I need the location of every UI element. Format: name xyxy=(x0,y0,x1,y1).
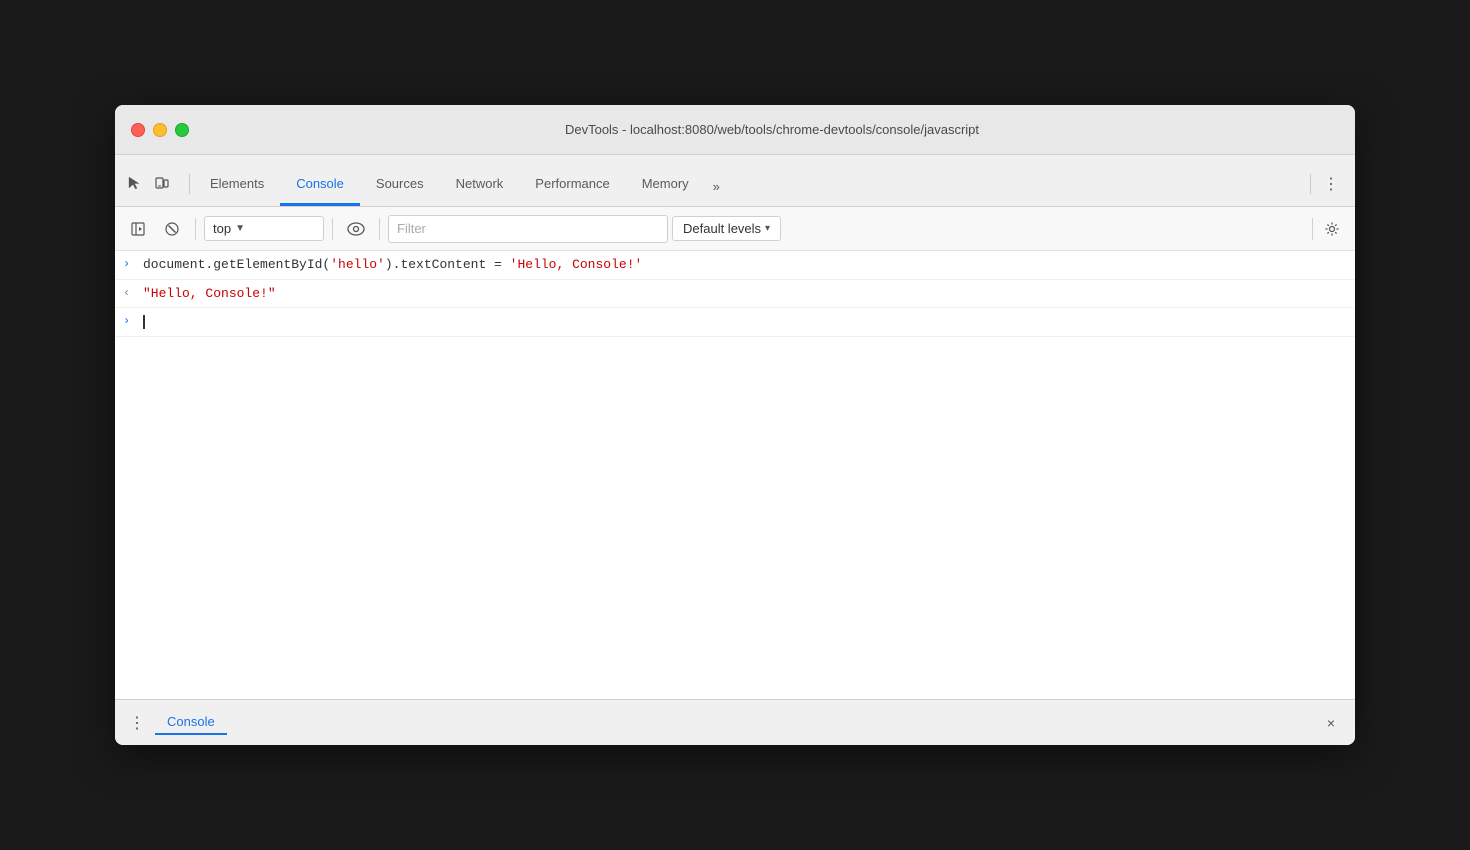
tab-elements[interactable]: Elements xyxy=(194,168,280,206)
drawer-close-button[interactable]: × xyxy=(1319,711,1343,735)
maximize-button[interactable] xyxy=(175,123,189,137)
devtools-menu-icon[interactable]: ⋮ xyxy=(1315,166,1347,206)
tab-divider-right xyxy=(1310,174,1311,194)
console-prompt-input[interactable] xyxy=(143,312,1347,332)
tab-performance[interactable]: Performance xyxy=(519,168,625,206)
cursor-blink xyxy=(143,315,145,329)
traffic-lights xyxy=(131,123,189,137)
filter-input[interactable] xyxy=(388,215,668,243)
live-expression-button[interactable] xyxy=(341,214,371,244)
console-line-output: ‹ "Hello, Console!" xyxy=(115,280,1355,309)
levels-label: Default levels xyxy=(683,221,761,236)
toolbar-right xyxy=(1308,214,1347,244)
console-toolbar: top ▼ Default levels ▾ xyxy=(115,207,1355,251)
close-button[interactable] xyxy=(131,123,145,137)
tabs-container: Elements Console Sources Network Perform… xyxy=(194,168,1306,206)
context-selector[interactable]: top ▼ xyxy=(204,216,324,241)
sidebar-toggle-button[interactable] xyxy=(123,214,153,244)
console-settings-button[interactable] xyxy=(1317,214,1347,244)
minimize-button[interactable] xyxy=(153,123,167,137)
tab-sources[interactable]: Sources xyxy=(360,168,440,206)
bottom-drawer: ⋮ Console × xyxy=(115,699,1355,745)
input-arrow: › xyxy=(123,255,143,271)
prompt-arrow: › xyxy=(123,312,143,328)
output-arrow: ‹ xyxy=(123,284,143,300)
tab-divider-left xyxy=(189,174,190,194)
cursor-inspect-icon[interactable] xyxy=(123,172,145,194)
toolbar-separator-1 xyxy=(195,218,196,240)
tab-memory[interactable]: Memory xyxy=(626,168,705,206)
drawer-console-tab[interactable]: Console xyxy=(155,710,227,735)
device-mode-icon[interactable] xyxy=(151,172,173,194)
window-title: DevTools - localhost:8080/web/tools/chro… xyxy=(205,122,1339,137)
tab-network[interactable]: Network xyxy=(440,168,520,206)
console-line-input: › document.getElementById('hello').textC… xyxy=(115,251,1355,280)
context-value: top xyxy=(213,221,231,236)
console-output[interactable]: › document.getElementById('hello').textC… xyxy=(115,251,1355,699)
drawer-menu-icon[interactable]: ⋮ xyxy=(127,713,147,733)
console-line-prompt[interactable]: › xyxy=(115,308,1355,337)
context-arrow: ▼ xyxy=(235,223,245,234)
toolbar-separator-2 xyxy=(332,218,333,240)
log-levels-button[interactable]: Default levels ▾ xyxy=(672,216,781,241)
tabs-more-button[interactable]: » xyxy=(705,171,728,206)
toolbar-separator-4 xyxy=(1312,218,1313,240)
console-input-code: document.getElementById('hello').textCon… xyxy=(143,255,1347,275)
title-bar: DevTools - localhost:8080/web/tools/chro… xyxy=(115,105,1355,155)
tab-console[interactable]: Console xyxy=(280,168,360,206)
tab-left-icons xyxy=(123,172,173,206)
toolbar-separator-3 xyxy=(379,218,380,240)
levels-arrow: ▾ xyxy=(765,223,770,234)
devtools-window: DevTools - localhost:8080/web/tools/chro… xyxy=(115,105,1355,745)
clear-console-button[interactable] xyxy=(157,214,187,244)
console-output-value: "Hello, Console!" xyxy=(143,284,1347,304)
tab-bar: Elements Console Sources Network Perform… xyxy=(115,155,1355,207)
